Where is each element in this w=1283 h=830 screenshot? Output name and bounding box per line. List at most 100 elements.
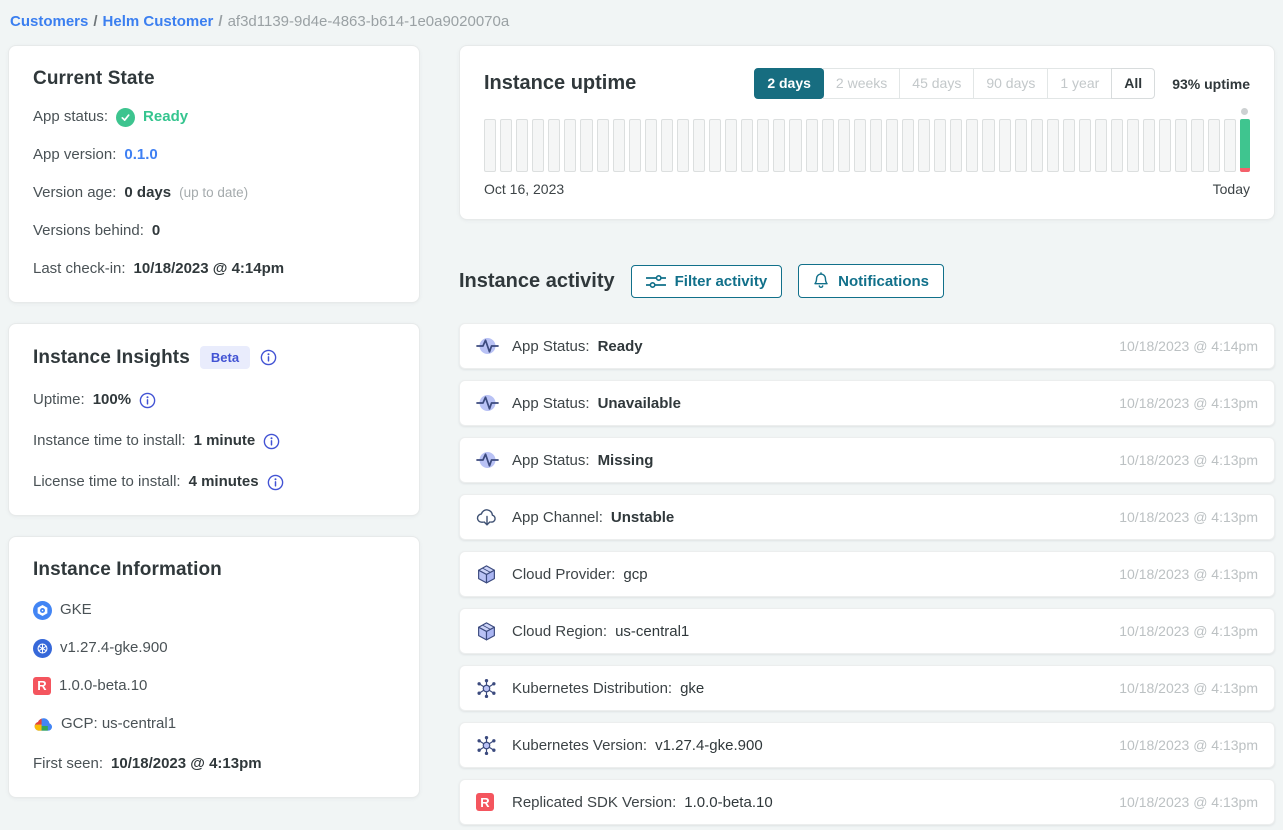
version-age-value: 0 days (124, 182, 171, 204)
uptime-bar-empty[interactable] (516, 119, 528, 172)
uptime-bar-empty[interactable] (822, 119, 834, 172)
range-90-days-button[interactable]: 90 days (973, 68, 1048, 99)
uptime-percent-summary: 93% uptime (1172, 76, 1250, 92)
cloud-row: GCP: us-central1 (33, 713, 395, 735)
uptime-bar-empty[interactable] (645, 119, 657, 172)
license-install-row: License time to install: 4 minutes (33, 471, 395, 493)
uptime-bar-empty[interactable] (629, 119, 641, 172)
uptime-bar-empty[interactable] (870, 119, 882, 172)
uptime-bar-empty[interactable] (532, 119, 544, 172)
uptime-bar-empty[interactable] (1224, 119, 1236, 172)
app-version-label: App version: (33, 144, 116, 166)
activity-row-kubernetes-distribution[interactable]: Kubernetes Distribution: gke 10/18/2023 … (459, 665, 1275, 711)
range-1-year-button[interactable]: 1 year (1047, 68, 1112, 99)
activity-row-cloud-provider[interactable]: Cloud Provider: gcp 10/18/2023 @ 4:13pm (459, 551, 1275, 597)
range-2-weeks-button[interactable]: 2 weeks (823, 68, 900, 99)
activity-row-app-channel[interactable]: App Channel: Unstable 10/18/2023 @ 4:13p… (459, 494, 1275, 540)
uptime-bar-empty[interactable] (661, 119, 673, 172)
insights-info-icon[interactable] (260, 349, 277, 366)
uptime-bar-empty[interactable] (789, 119, 801, 172)
uptime-bar-empty[interactable] (918, 119, 930, 172)
instance-install-value: 1 minute (194, 430, 256, 452)
gke-icon (33, 601, 52, 620)
uptime-bar-empty[interactable] (484, 119, 496, 172)
uptime-bar-empty[interactable] (999, 119, 1011, 172)
uptime-bar-empty[interactable] (597, 119, 609, 172)
uptime-bar-empty[interactable] (1127, 119, 1139, 172)
uptime-bar-empty[interactable] (1079, 119, 1091, 172)
first-seen-value: 10/18/2023 @ 4:13pm (111, 753, 262, 775)
uptime-bar-empty[interactable] (693, 119, 705, 172)
activity-row-app-status-ready[interactable]: App Status: Ready 10/18/2023 @ 4:14pm (459, 323, 1275, 369)
uptime-bar-empty[interactable] (757, 119, 769, 172)
activity-row-replicated-sdk-version[interactable]: R Replicated SDK Version: 1.0.0-beta.10 … (459, 779, 1275, 825)
app-status-label: App status: (33, 106, 108, 128)
uptime-bar-empty[interactable] (580, 119, 592, 172)
uptime-bar-empty[interactable] (1111, 119, 1123, 172)
uptime-bar-empty[interactable] (982, 119, 994, 172)
uptime-bar-today[interactable] (1240, 119, 1250, 172)
uptime-bar-empty[interactable] (1143, 119, 1155, 172)
uptime-bar-empty[interactable] (1159, 119, 1171, 172)
activity-value: us-central1 (615, 623, 689, 640)
uptime-bar-marker-dot (1241, 108, 1248, 115)
uptime-bar-empty[interactable] (838, 119, 850, 172)
breadcrumb-customers-link[interactable]: Customers (10, 13, 88, 30)
uptime-label: Uptime: (33, 389, 85, 411)
uptime-bar-empty[interactable] (934, 119, 946, 172)
activity-value: Unstable (611, 509, 674, 526)
uptime-bar-empty[interactable] (902, 119, 914, 172)
uptime-info-icon[interactable] (139, 392, 156, 409)
last-checkin-label: Last check-in: (33, 258, 126, 280)
uptime-value: 100% (93, 389, 131, 411)
activity-row-cloud-region[interactable]: Cloud Region: us-central1 10/18/2023 @ 4… (459, 608, 1275, 654)
uptime-bar-empty[interactable] (741, 119, 753, 172)
uptime-bar-empty[interactable] (1175, 119, 1187, 172)
uptime-bar-empty[interactable] (966, 119, 978, 172)
range-45-days-button[interactable]: 45 days (899, 68, 974, 99)
uptime-bar-empty[interactable] (613, 119, 625, 172)
filter-sliders-icon (646, 274, 666, 289)
breadcrumb-customer-link[interactable]: Helm Customer (103, 13, 214, 30)
activity-value: 1.0.0-beta.10 (684, 794, 772, 811)
activity-value: Unavailable (598, 395, 681, 412)
license-install-info-icon[interactable] (267, 474, 284, 491)
uptime-bar-empty[interactable] (1191, 119, 1203, 172)
range-all-button[interactable]: All (1111, 68, 1155, 99)
activity-row-app-status-missing[interactable]: App Status: Missing 10/18/2023 @ 4:13pm (459, 437, 1275, 483)
current-state-card: Current State App status: Ready App vers… (8, 45, 420, 303)
notifications-button[interactable]: Notifications (798, 264, 944, 298)
uptime-bar-empty[interactable] (886, 119, 898, 172)
replicated-logo-icon: R (476, 793, 502, 811)
app-version-link[interactable]: 0.1.0 (124, 144, 157, 166)
activity-label: Kubernetes Version: (512, 737, 647, 754)
notifications-label: Notifications (838, 273, 929, 290)
uptime-bar-empty[interactable] (950, 119, 962, 172)
uptime-bar-empty[interactable] (1031, 119, 1043, 172)
uptime-bar-empty[interactable] (725, 119, 737, 172)
uptime-bar-empty[interactable] (564, 119, 576, 172)
uptime-bar-empty[interactable] (806, 119, 818, 172)
uptime-bar-empty[interactable] (773, 119, 785, 172)
uptime-bar-empty[interactable] (1063, 119, 1075, 172)
uptime-bar-empty[interactable] (1095, 119, 1107, 172)
uptime-bar-empty[interactable] (709, 119, 721, 172)
breadcrumb: Customers/Helm Customer/af3d1139-9d4e-48… (0, 0, 1283, 30)
uptime-bar-empty[interactable] (548, 119, 560, 172)
instance-install-info-icon[interactable] (263, 433, 280, 450)
main-column: Instance uptime 2 days 2 weeks 45 days 9… (459, 45, 1275, 830)
uptime-bar-empty[interactable] (1047, 119, 1059, 172)
filter-activity-button[interactable]: Filter activity (631, 265, 783, 298)
activity-row-kubernetes-version[interactable]: Kubernetes Version: v1.27.4-gke.900 10/1… (459, 722, 1275, 768)
activity-timestamp: 10/18/2023 @ 4:13pm (1119, 566, 1258, 582)
uptime-bar-empty[interactable] (500, 119, 512, 172)
uptime-bar-empty[interactable] (677, 119, 689, 172)
ready-check-icon (116, 108, 135, 127)
activity-row-app-status-unavailable[interactable]: App Status: Unavailable 10/18/2023 @ 4:1… (459, 380, 1275, 426)
uptime-bar-empty[interactable] (1208, 119, 1220, 172)
cloud-download-icon (476, 507, 502, 527)
uptime-bar-empty[interactable] (854, 119, 866, 172)
uptime-bar-empty[interactable] (1015, 119, 1027, 172)
range-2-days-button[interactable]: 2 days (754, 68, 824, 99)
activity-value: Ready (598, 338, 643, 355)
